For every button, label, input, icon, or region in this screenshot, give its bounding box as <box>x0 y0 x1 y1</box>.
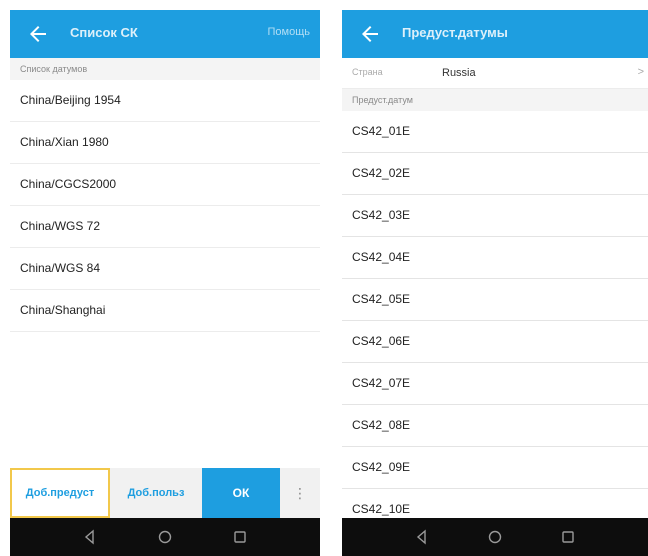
ok-button[interactable]: ОК <box>202 468 280 518</box>
app-bar: Предуст.датумы <box>342 10 648 58</box>
nav-home-icon[interactable] <box>487 529 503 545</box>
add-user-button[interactable]: Доб.польз <box>110 468 202 518</box>
help-button[interactable]: Помощь <box>268 26 311 38</box>
system-navbar <box>10 518 320 556</box>
list-item[interactable]: CS42_06E <box>342 321 648 363</box>
coordinate-system-screen: Список СК Помощь Список датумов China/Be… <box>10 10 320 556</box>
back-arrow-icon[interactable] <box>26 22 50 46</box>
list-item[interactable]: China/CGCS2000 <box>10 164 320 206</box>
preset-datum-list[interactable]: CS42_01E CS42_02E CS42_03E CS42_04E CS42… <box>342 111 648 531</box>
list-item[interactable]: China/Beijing 1954 <box>10 80 320 122</box>
list-item[interactable]: CS42_02E <box>342 153 648 195</box>
action-bar: Доб.предуст Доб.польз ОК ⋮ <box>10 468 320 518</box>
back-arrow-icon[interactable] <box>358 22 382 46</box>
nav-recent-icon[interactable] <box>560 529 576 545</box>
datum-list: China/Beijing 1954 China/Xian 1980 China… <box>10 80 320 332</box>
vertical-dots-icon[interactable]: ⋮ <box>290 482 310 504</box>
nav-back-icon[interactable] <box>414 529 430 545</box>
nav-back-icon[interactable] <box>82 529 98 545</box>
nav-home-icon[interactable] <box>157 529 173 545</box>
list-item[interactable]: CS42_09E <box>342 447 648 489</box>
nav-recent-icon[interactable] <box>232 529 248 545</box>
section-header: Предуст.датум <box>342 89 648 111</box>
list-item[interactable]: CS42_04E <box>342 237 648 279</box>
country-filter[interactable]: Страна Russia > <box>342 58 648 89</box>
country-label: Страна <box>352 67 383 77</box>
list-item[interactable]: CS42_01E <box>342 111 648 153</box>
list-item[interactable]: CS42_03E <box>342 195 648 237</box>
country-value: Russia <box>442 67 476 79</box>
list-item[interactable]: China/WGS 84 <box>10 248 320 290</box>
preset-datums-screen: Предуст.датумы Страна Russia > Предуст.д… <box>342 10 648 556</box>
list-item[interactable]: China/WGS 72 <box>10 206 320 248</box>
list-item[interactable]: CS42_07E <box>342 363 648 405</box>
page-title: Предуст.датумы <box>402 25 508 40</box>
system-navbar <box>342 518 648 556</box>
page-title: Список СК <box>70 25 138 40</box>
add-preset-button[interactable]: Доб.предуст <box>10 468 110 518</box>
list-item[interactable]: CS42_08E <box>342 405 648 447</box>
list-item[interactable]: China/Shanghai <box>10 290 320 332</box>
section-header: Список датумов <box>10 58 320 80</box>
list-item[interactable]: CS42_05E <box>342 279 648 321</box>
chevron-right-icon: > <box>637 66 644 78</box>
app-bar: Список СК Помощь <box>10 10 320 58</box>
list-item[interactable]: China/Xian 1980 <box>10 122 320 164</box>
